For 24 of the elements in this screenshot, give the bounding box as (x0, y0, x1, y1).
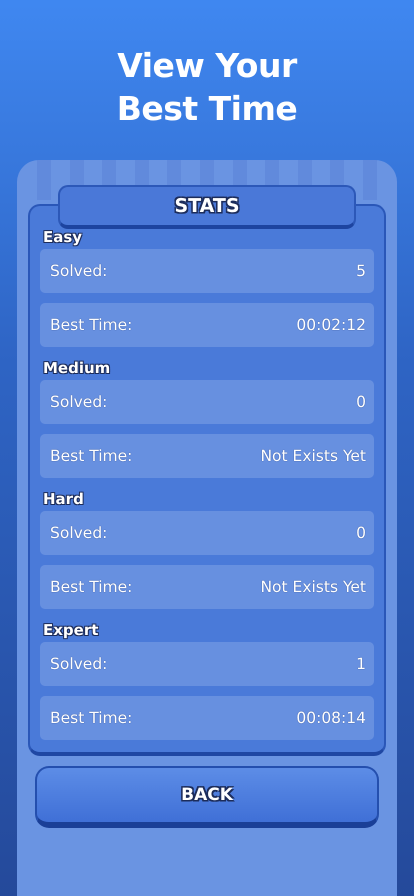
section-title: Easy (43, 228, 84, 246)
stat-label: Solved: (50, 393, 108, 411)
back-button[interactable]: BACK (35, 766, 379, 828)
stat-value: 0 (356, 393, 366, 411)
stat-value: 00:08:14 (296, 709, 366, 727)
stat-value: 0 (356, 524, 366, 542)
stat-value: 00:02:12 (296, 316, 366, 334)
section-title: Hard (43, 490, 85, 508)
section-title: Medium (43, 359, 112, 377)
stat-label: Best Time: (50, 709, 132, 727)
stat-value: 1 (356, 655, 366, 673)
stat-label: Solved: (50, 524, 108, 542)
panel-title: STATS (58, 185, 356, 229)
stat-label: Solved: (50, 262, 108, 280)
stat-label: Solved: (50, 655, 108, 673)
headline: View Your (117, 45, 297, 87)
stat-value: 5 (356, 262, 366, 280)
section-title: Expert (43, 621, 100, 639)
stat-value: Not Exists Yet (260, 578, 366, 596)
stat-label: Best Time: (50, 578, 132, 596)
stat-label: Best Time: (50, 316, 132, 334)
stat-label: Best Time: (50, 447, 132, 465)
stat-value: Not Exists Yet (260, 447, 366, 465)
headline: Best Time (116, 88, 298, 130)
